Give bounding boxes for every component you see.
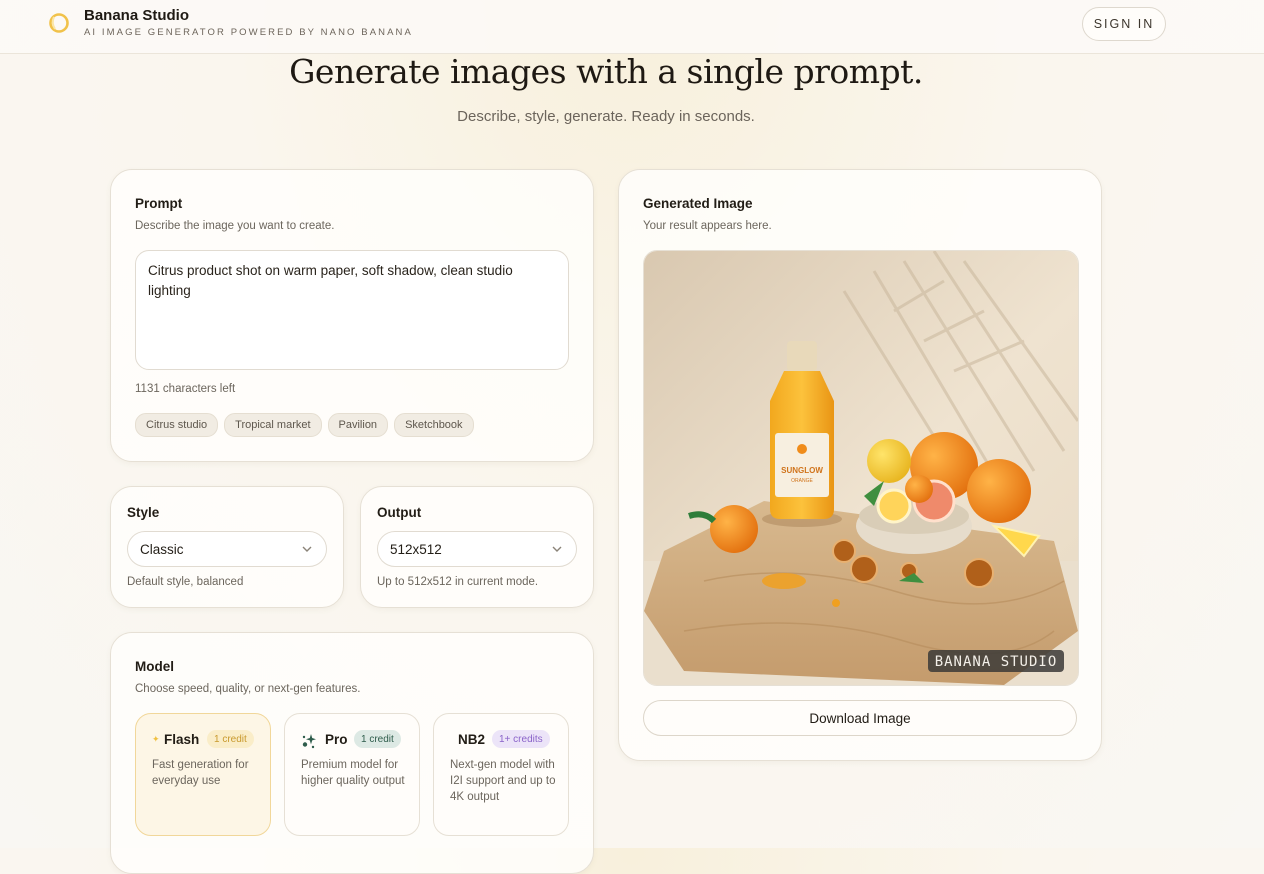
download-image-button[interactable]: Download Image (643, 700, 1077, 736)
chevron-down-icon (302, 546, 312, 552)
model-option-name: Flash (164, 732, 200, 747)
output-select[interactable]: 512x512 (377, 531, 577, 567)
output-selected-value: 512x512 (390, 541, 442, 557)
style-selected-value: Classic (140, 541, 184, 557)
brand-subtitle: AI IMAGE GENERATOR POWERED BY NANO BANAN… (84, 27, 413, 38)
suggestion-chip-pavilion[interactable]: Pavilion (327, 413, 389, 437)
result-card: Generated Image Your result appears here… (618, 169, 1102, 761)
brand-title: Banana Studio (84, 7, 190, 24)
model-option-name: Pro (325, 732, 348, 747)
prompt-title: Prompt (135, 196, 183, 211)
suggestion-chip-sketchbook[interactable]: Sketchbook (394, 413, 474, 437)
model-option-pro[interactable]: Pro 1 credit Premium model for higher qu… (284, 713, 420, 836)
credit-badge: 1 credit (354, 730, 401, 748)
prompt-card: Prompt Describe the image you want to cr… (110, 169, 594, 462)
credit-badge: 1 credit (207, 730, 254, 748)
citrus-product-photo: SUNGLOW ORANGE BANANA STUDIO (644, 251, 1078, 685)
spark-icon: ✦ (152, 734, 160, 744)
output-helper: Up to 512x512 in current mode. (377, 576, 539, 588)
style-helper: Default style, balanced (127, 576, 244, 588)
output-title: Output (377, 505, 422, 520)
suggestion-chip-citrus-studio[interactable]: Citrus studio (135, 413, 219, 437)
model-option-description: Next-gen model with I2I support and up t… (450, 759, 556, 803)
watermark: BANANA STUDIO (935, 654, 1058, 670)
result-title: Generated Image (643, 196, 753, 211)
model-title: Model (135, 659, 174, 674)
bottle-sublabel: ORANGE (791, 478, 813, 484)
chevron-down-icon (552, 546, 562, 552)
prompt-description: Describe the image you want to create. (135, 220, 335, 232)
suggestion-chip-tropical-market[interactable]: Tropical market (224, 413, 322, 437)
sparkles-icon (302, 734, 316, 749)
credit-badge: 1+ credits (492, 730, 550, 748)
model-option-description: Fast generation for everyday use (152, 759, 249, 787)
style-card: Style Classic Default style, balanced (110, 486, 344, 608)
model-option-nb2[interactable]: NB2 1+ credits Next-gen model with I2I s… (433, 713, 569, 836)
result-description: Your result appears here. (643, 220, 772, 232)
model-option-description: Premium model for higher quality output (301, 759, 405, 787)
top-bar: Banana Studio AI IMAGE GENERATOR POWERED… (0, 0, 1264, 54)
banana-logo-icon (49, 13, 69, 33)
page-title: Generate images with a single prompt. (289, 52, 923, 91)
characters-left: 1131 characters left (135, 383, 236, 395)
prompt-suggestions: Citrus studio Tropical market Pavilion S… (135, 413, 474, 437)
sign-in-button[interactable]: SIGN IN (1082, 7, 1166, 41)
generated-image: SUNGLOW ORANGE BANANA STUDIO (643, 250, 1079, 686)
model-option-flash[interactable]: ✦ Flash 1 credit Fast generation for eve… (135, 713, 271, 836)
prompt-textarea[interactable]: Citrus product shot on warm paper, soft … (135, 250, 569, 370)
model-card: Model Choose speed, quality, or next-gen… (110, 632, 594, 874)
model-option-name: NB2 (458, 732, 486, 747)
model-description: Choose speed, quality, or next-gen featu… (135, 683, 361, 695)
style-title: Style (127, 505, 160, 520)
bottle-label: SUNGLOW (781, 466, 823, 475)
output-card: Output 512x512 Up to 512x512 in current … (360, 486, 594, 608)
page-subtitle: Describe, style, generate. Ready in seco… (457, 108, 755, 125)
style-select[interactable]: Classic (127, 531, 327, 567)
